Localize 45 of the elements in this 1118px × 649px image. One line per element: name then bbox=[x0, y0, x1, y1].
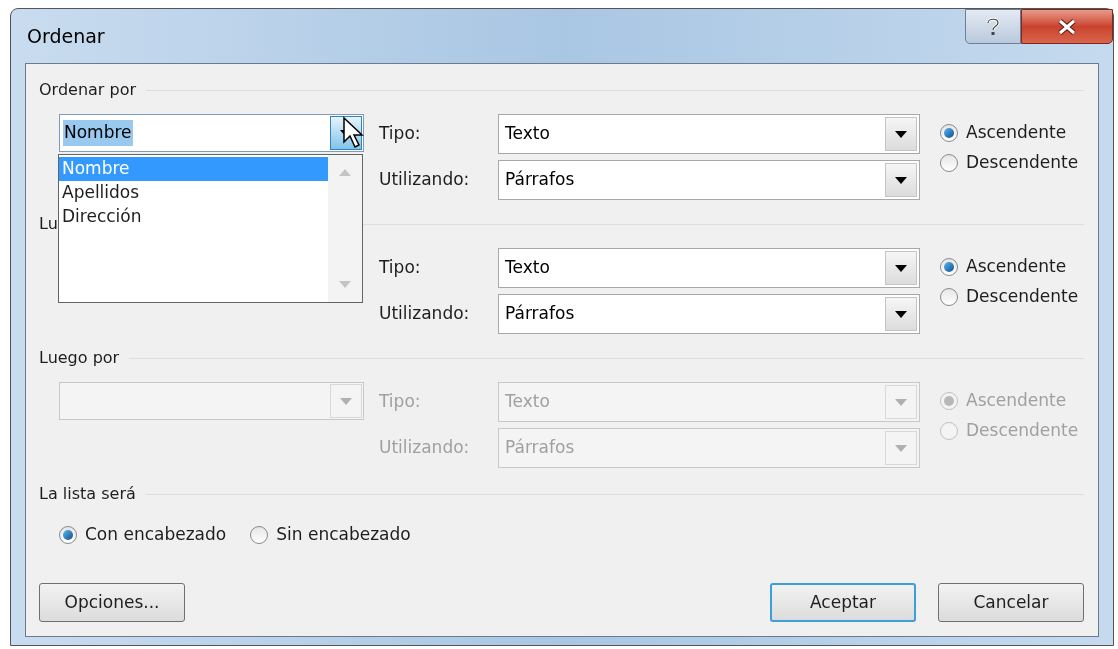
help-icon bbox=[985, 16, 1001, 37]
radio-label[interactable]: Descendente bbox=[966, 284, 1079, 310]
field-label: Utilizando: bbox=[379, 436, 471, 460]
field-label: Tipo: bbox=[379, 256, 422, 280]
dialog-button[interactable]: Opciones... bbox=[39, 583, 185, 622]
scrollbar[interactable] bbox=[328, 155, 362, 302]
field-label: Utilizando: bbox=[379, 302, 471, 326]
mouse-cursor-icon bbox=[342, 116, 366, 150]
dropdown-button[interactable] bbox=[885, 163, 917, 197]
radio-label[interactable]: Ascendente bbox=[966, 120, 1067, 146]
list-item[interactable]: Dirección bbox=[59, 205, 328, 229]
radio-button[interactable] bbox=[59, 526, 77, 544]
scroll-up-icon[interactable] bbox=[339, 169, 351, 176]
dropdown-button[interactable] bbox=[885, 297, 917, 331]
dialog-button[interactable]: Aceptar bbox=[770, 583, 916, 622]
dropdown-field[interactable]: Párrafos bbox=[498, 294, 920, 334]
radio-button[interactable] bbox=[940, 124, 958, 142]
radio-label[interactable]: Sin encabezado bbox=[276, 522, 411, 548]
group-label: Ordenar por bbox=[39, 79, 137, 101]
dropdown-button[interactable] bbox=[885, 117, 917, 151]
combo-box[interactable]: Nombre bbox=[59, 114, 364, 152]
radio-label[interactable]: Con encabezado bbox=[85, 522, 227, 548]
dropdown-field[interactable]: Párrafos bbox=[498, 160, 920, 200]
help-button[interactable] bbox=[965, 9, 1021, 44]
field-label: Tipo: bbox=[379, 122, 422, 146]
dialog-button[interactable]: Cancelar bbox=[938, 583, 1084, 622]
close-button[interactable] bbox=[1021, 9, 1113, 44]
dropdown-button[interactable] bbox=[885, 251, 917, 285]
window-title: Ordenar bbox=[27, 23, 105, 49]
radio-button[interactable] bbox=[940, 258, 958, 276]
radio-button[interactable] bbox=[250, 526, 269, 544]
radio-label[interactable]: Descendente bbox=[966, 150, 1079, 176]
list-item[interactable]: Apellidos bbox=[59, 181, 328, 205]
dropdown-field[interactable]: Texto bbox=[498, 114, 920, 154]
radio-button[interactable] bbox=[940, 154, 958, 172]
group-label: Luego por bbox=[39, 347, 120, 369]
field-label: Utilizando: bbox=[379, 168, 471, 192]
scroll-down-icon[interactable] bbox=[339, 281, 351, 288]
group-label: Lu bbox=[39, 213, 58, 235]
dropdown-field[interactable]: Texto bbox=[498, 248, 920, 288]
radio-button[interactable] bbox=[940, 288, 958, 306]
radio-label[interactable]: Ascendente bbox=[966, 254, 1067, 280]
field-label: Tipo: bbox=[379, 390, 422, 414]
group-label: La lista será bbox=[39, 483, 136, 505]
close-icon bbox=[1056, 17, 1078, 36]
